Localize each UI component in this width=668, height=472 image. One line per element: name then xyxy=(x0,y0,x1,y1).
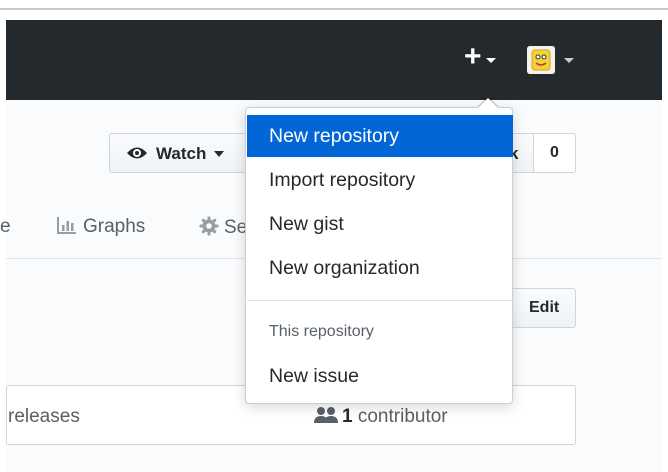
watch-button[interactable]: Watch xyxy=(109,133,249,173)
menu-item-import-repository[interactable]: Import repository xyxy=(247,159,513,201)
dropdown-section-header: This repository xyxy=(269,323,374,340)
tab-settings[interactable]: Se xyxy=(199,216,247,242)
fork-count[interactable]: 0 xyxy=(533,133,576,173)
tab-partial[interactable]: e xyxy=(0,216,11,238)
releases-link[interactable]: releases xyxy=(8,406,80,428)
menu-item-new-gist[interactable]: New gist xyxy=(247,203,513,245)
plus-icon: + xyxy=(464,40,482,73)
watch-label: Watch xyxy=(156,144,207,163)
menu-item-new-organization[interactable]: New organization xyxy=(247,247,513,289)
dropdown-pointer xyxy=(478,98,498,108)
menu-item-new-repository[interactable]: New repository xyxy=(247,115,513,157)
chevron-down-icon xyxy=(486,58,496,63)
contributors-label: contributor xyxy=(357,406,448,427)
create-new-dropdown: New repository Import repository New gis… xyxy=(245,107,513,404)
avatar-chevron-down-icon[interactable] xyxy=(564,58,574,63)
avatar-image xyxy=(527,46,555,74)
graph-icon xyxy=(57,216,77,240)
window-top-border xyxy=(0,8,668,10)
dropdown-divider xyxy=(247,300,513,301)
gear-icon xyxy=(199,216,219,242)
menu-item-new-issue[interactable]: New issue xyxy=(247,355,513,397)
edit-label: Edit xyxy=(529,299,560,316)
create-new-button[interactable]: + xyxy=(464,40,504,74)
contributors-link[interactable]: 1 contributor xyxy=(314,406,448,430)
people-icon xyxy=(314,406,338,430)
tab-graphs-label: Graphs xyxy=(83,216,146,237)
eye-icon xyxy=(126,145,148,166)
contributors-count: 1 xyxy=(342,406,353,427)
chevron-down-icon xyxy=(214,151,224,157)
edit-button[interactable]: Edit xyxy=(511,288,576,328)
user-avatar[interactable] xyxy=(527,46,555,74)
tab-graphs[interactable]: Graphs xyxy=(57,216,145,240)
tab-settings-label: Se xyxy=(224,217,248,238)
